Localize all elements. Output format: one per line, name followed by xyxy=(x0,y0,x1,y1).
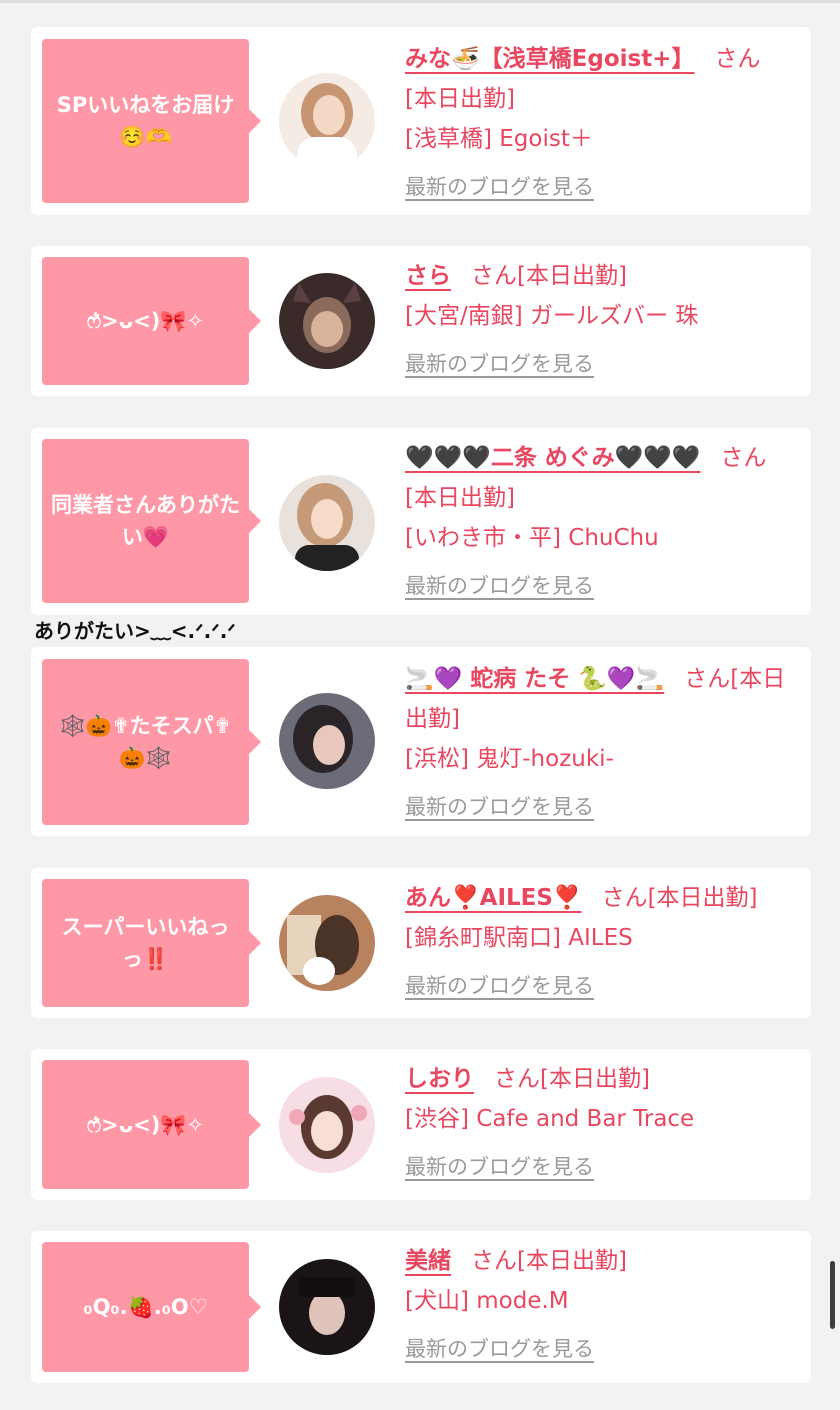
like-card: ₀Q₀.🍓.₀O♡ 美緒 さん[本日出勤] [犬山] mode.M 最新のブログを… xyxy=(31,1231,811,1383)
shop-name: [浜松] 鬼灯-hozuki- xyxy=(405,746,614,772)
like-message-bubble: ෆ͛>ᴗ<)🎀✧ xyxy=(42,1060,261,1189)
name-suffix: さん xyxy=(494,1066,540,1092)
shop-name: [犬山] mode.M xyxy=(405,1288,569,1314)
cast-name-link[interactable]: しおり xyxy=(405,1066,474,1092)
like-card: ෆ͛>ᴗ<)🎀✧ さら さん[本日出勤] [大宮/南銀] ガールズバー 珠 最新の… xyxy=(31,246,811,396)
latest-blog-link[interactable]: 最新のブログを見る xyxy=(405,344,594,384)
like-message-bubble: 同業者さんありがたい💗 xyxy=(42,439,261,603)
like-card: スーパーいいねっっ‼️ あん❣️AILES❣️ さん[本日出勤] [錦糸町駅南口]… xyxy=(31,868,811,1018)
profile-photo-icon xyxy=(279,73,375,169)
name-suffix: さん xyxy=(720,445,767,471)
avatar[interactable] xyxy=(279,895,375,991)
work-status: [本日出勤] xyxy=(540,1066,650,1092)
avatar[interactable] xyxy=(279,693,375,789)
work-status: [本日出勤] xyxy=(405,86,515,112)
latest-blog-link[interactable]: 最新のブログを見る xyxy=(405,787,594,827)
cast-name-link[interactable]: さら xyxy=(405,263,451,289)
cast-info: みな🍜【浅草橋Egoist+】 さん [本日出勤] [浅草橋] Egoist＋ 最… xyxy=(405,39,789,207)
cast-name-link[interactable]: あん❣️AILES❣️ xyxy=(405,885,582,911)
latest-blog-link[interactable]: 最新のブログを見る xyxy=(405,1147,594,1187)
like-message-bubble: ෆ͛>ᴗ<)🎀✧ xyxy=(42,257,261,385)
shop-name: [錦糸町駅南口] AILES xyxy=(405,925,633,951)
name-suffix: さん xyxy=(601,885,648,911)
like-card: SPいいねをお届け☺️🫶 みな🍜【浅草橋Egoist+】 さん [本日出勤] [浅… xyxy=(31,27,811,215)
cast-info: 🚬💜 蛇病 たそ 🐍💜🚬 さん[本日出勤] [浜松] 鬼灯-hozuki- 最新の… xyxy=(405,659,789,827)
like-list-page: SPいいねをお届け☺️🫶 みな🍜【浅草橋Egoist+】 さん [本日出勤] [浅… xyxy=(0,0,840,1410)
latest-blog-link[interactable]: 最新のブログを見る xyxy=(405,1329,594,1369)
cast-name-link[interactable]: みな🍜【浅草橋Egoist+】 xyxy=(405,46,694,72)
name-suffix: さん xyxy=(714,46,761,72)
work-status: [本日出勤] xyxy=(405,485,515,511)
profile-photo-icon xyxy=(279,693,375,789)
cast-info: 美緒 さん[本日出勤] [犬山] mode.M 最新のブログを見る xyxy=(405,1241,789,1369)
cast-name-link[interactable]: 🖤🖤🖤二条 めぐみ🖤🖤🖤 xyxy=(405,445,701,471)
avatar[interactable] xyxy=(279,1077,375,1173)
like-message-bubble: ₀Q₀.🍓.₀O♡ xyxy=(42,1242,261,1372)
cast-info: あん❣️AILES❣️ さん[本日出勤] [錦糸町駅南口] AILES 最新のブロ… xyxy=(405,878,789,1006)
like-card: 🕸️🎃✟たそスパ✟🎃🕸️ 🚬💜 蛇病 たそ 🐍💜🚬 さん[本日出勤] [浜松] 鬼… xyxy=(31,647,811,836)
cast-info: さら さん[本日出勤] [大宮/南銀] ガールズバー 珠 最新のブログを見る xyxy=(405,256,789,384)
cast-name-link[interactable]: 🚬💜 蛇病 たそ 🐍💜🚬 xyxy=(405,666,664,692)
avatar[interactable] xyxy=(279,475,375,571)
cast-name-link[interactable]: 美緒 xyxy=(405,1248,451,1274)
name-suffix: さん xyxy=(684,666,731,692)
profile-photo-icon xyxy=(279,1077,375,1173)
latest-blog-link[interactable]: 最新のブログを見る xyxy=(405,566,594,606)
shop-name: [大宮/南銀] ガールズバー 珠 xyxy=(405,303,699,329)
name-suffix: さん xyxy=(471,1248,517,1274)
profile-photo-icon xyxy=(279,1259,375,1355)
cast-info: 🖤🖤🖤二条 めぐみ🖤🖤🖤 さん [本日出勤] [いわき市・平] ChuChu 最新の… xyxy=(405,438,789,606)
profile-photo-icon xyxy=(279,895,375,991)
like-message-bubble: スーパーいいねっっ‼️ xyxy=(42,879,261,1007)
like-message-bubble: 🕸️🎃✟たそスパ✟🎃🕸️ xyxy=(42,659,261,825)
avatar[interactable] xyxy=(279,1259,375,1355)
avatar[interactable] xyxy=(279,273,375,369)
name-suffix: さん xyxy=(471,263,517,289)
like-message-bubble: SPいいねをお届け☺️🫶 xyxy=(42,39,261,203)
work-status: [本日出勤] xyxy=(647,885,758,911)
avatar[interactable] xyxy=(279,73,375,169)
caption-text: ありがたい>﹏<.ᐟ.ᐟ.ᐟ xyxy=(34,619,236,643)
latest-blog-link[interactable]: 最新のブログを見る xyxy=(405,167,594,207)
work-status: [本日出勤] xyxy=(517,263,627,289)
shop-name: [いわき市・平] ChuChu xyxy=(405,525,659,551)
profile-photo-icon xyxy=(279,475,375,571)
like-card: ෆ͛>ᴗ<)🎀✧ しおり さん[本日出勤] [渋谷] Cafe and Bar T… xyxy=(31,1049,811,1200)
latest-blog-link[interactable]: 最新のブログを見る xyxy=(405,966,594,1006)
shop-name: [浅草橋] Egoist＋ xyxy=(405,126,593,152)
like-card: 同業者さんありがたい💗 🖤🖤🖤二条 めぐみ🖤🖤🖤 さん [本日出勤] [いわき市・平… xyxy=(31,428,811,615)
cast-info: しおり さん[本日出勤] [渋谷] Cafe and Bar Trace 最新のブ… xyxy=(405,1059,789,1187)
work-status: [本日出勤] xyxy=(517,1248,627,1274)
scrollbar[interactable] xyxy=(830,1261,835,1329)
shop-name: [渋谷] Cafe and Bar Trace xyxy=(405,1106,695,1132)
profile-photo-icon xyxy=(279,273,375,369)
